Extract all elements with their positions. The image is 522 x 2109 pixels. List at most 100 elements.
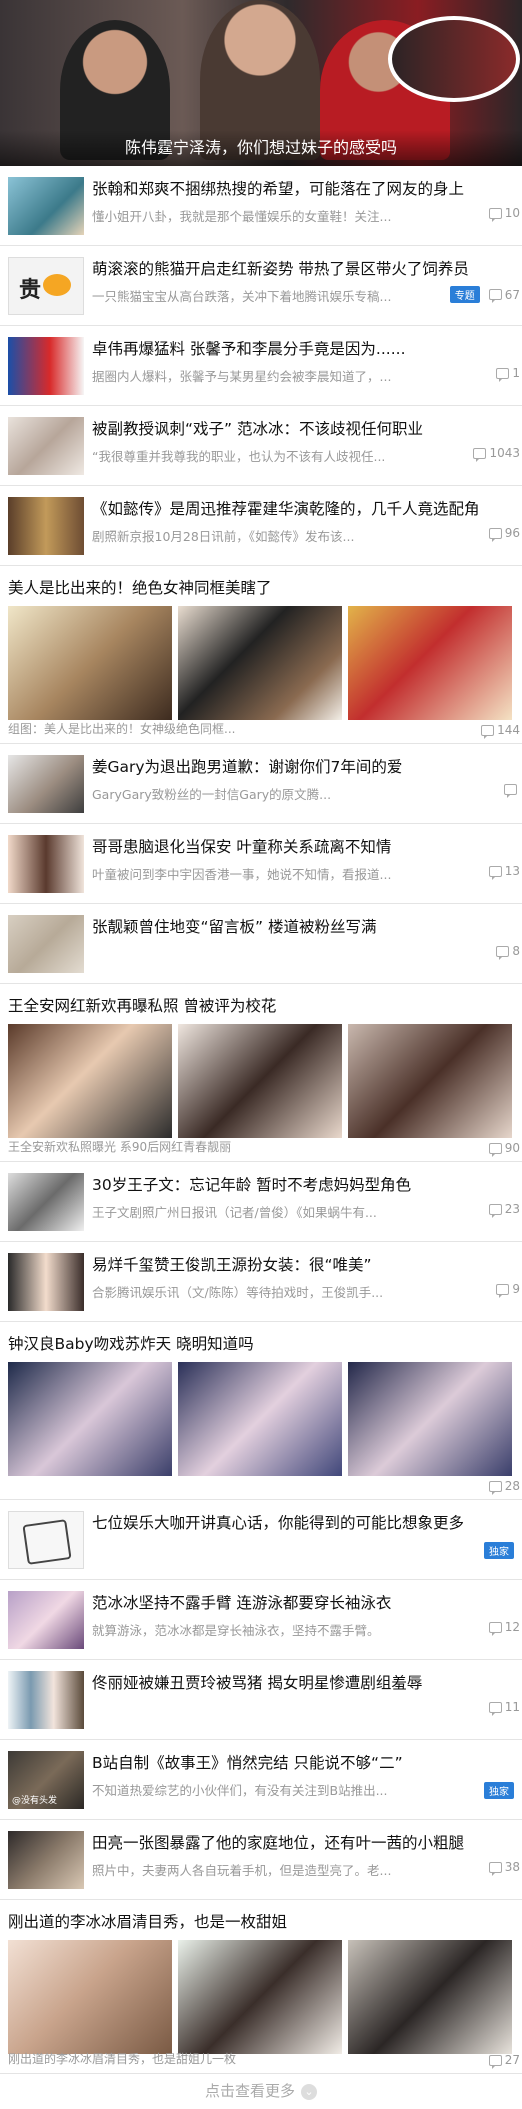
- list-item[interactable]: 范冰冰坚持不露手臂 连游泳都要穿长袖泳衣 就算游泳，范冰冰都是穿长袖泳衣，坚持不…: [0, 1580, 522, 1660]
- comment-icon: [488, 865, 502, 880]
- hero-inset-circle: [388, 16, 520, 102]
- article-title: 被副教授讽刺“戏子” 范冰冰：不该歧视任何职业: [92, 420, 423, 438]
- article-summary: GaryGary致粉丝的一封信Gary的原文腾...: [92, 787, 332, 802]
- list-item[interactable]: 贵 萌滚滚的熊猫开启走红新姿势 带热了景区带火了饲养员 一只熊猫宝宝从高台跌落，…: [0, 246, 522, 326]
- list-item[interactable]: 《如懿传》是周迅推荐霍建华演乾隆的，几千人竟选配角 剧照新京报10月28日讯前，…: [0, 486, 522, 566]
- list-item[interactable]: @没有头发 B站自制《故事王》悄然完结 只能说不够“二” 不知道热爱综艺的小伙伴…: [0, 1740, 522, 1820]
- gallery-image: [178, 1024, 342, 1138]
- gallery-images: [8, 606, 522, 720]
- article-summary: 照片中，夫妻两人各自玩着手机，但是造型亮了。老...: [92, 1863, 392, 1878]
- thumbnail: [8, 835, 84, 893]
- topic-badge: 专题: [449, 286, 480, 303]
- thumbnail: [8, 915, 84, 973]
- comment-icon: [488, 207, 502, 222]
- badge-wrap: 独家: [484, 1782, 520, 1799]
- comment-icon: [488, 1621, 502, 1636]
- article-title: B站自制《故事王》悄然完结 只能说不够“二”: [92, 1754, 403, 1772]
- comment-count: 28: [488, 1479, 520, 1495]
- article-title: 七位娱乐大咖开讲真心话，你能得到的可能比想象更多: [92, 1514, 465, 1532]
- gallery-title: 美人是比出来的！绝色女神同框美瞎了: [8, 579, 272, 597]
- gallery-title: 王全安网红新欢再曝私照 曾被评为校花: [8, 997, 277, 1015]
- article-summary: 据圈内人爆料，张馨予与某男星约会被李晨知道了，...: [92, 369, 392, 384]
- thumbnail: @没有头发: [8, 1751, 84, 1809]
- comment-icon: [496, 1283, 510, 1298]
- list-item[interactable]: 田亮一张图暴露了他的家庭地位，还有叶一茜的小粗腿 照片中，夫妻两人各自玩着手机，…: [0, 1820, 522, 1900]
- article-title: 张翰和郑爽不捆绑热搜的希望，可能落在了网友的身上: [92, 180, 465, 198]
- list-item[interactable]: 张翰和郑爽不捆绑热搜的希望，可能落在了网友的身上 懂小姐开八卦，我就是那个最懂娱…: [0, 166, 522, 246]
- badge-wrap: 独家: [484, 1542, 520, 1559]
- gallery-image: [348, 1362, 512, 1476]
- article-title: 萌滚滚的熊猫开启走红新姿势 带热了景区带火了饲养员: [92, 260, 469, 278]
- gallery-item[interactable]: 钟汉良Baby吻戏苏炸天 晓明知道吗 28: [0, 1322, 522, 1500]
- load-more-button[interactable]: 点击查看更多 ⌄: [0, 2074, 522, 2109]
- comment-icon: [481, 724, 495, 739]
- gallery-image: [8, 606, 172, 720]
- comment-count: 专题 67: [449, 286, 520, 303]
- comment-count: [504, 784, 520, 798]
- article-summary: 剧照新京报10月28日讯前，《如懿传》发布该...: [92, 529, 355, 544]
- gallery-image: [178, 606, 342, 720]
- list-item[interactable]: 佟丽娅被嫌丑贾玲被骂猪 揭女明星惨遭剧组羞辱 11: [0, 1660, 522, 1740]
- thumbnail: [8, 1671, 84, 1729]
- gallery-summary: 组图：美人是比出来的！女神级绝色同框...: [8, 722, 236, 736]
- gallery-image: [348, 1940, 512, 2054]
- article-summary: 就算游泳，范冰冰都是穿长袖泳衣，坚持不露手臂。: [92, 1623, 380, 1638]
- gallery-item[interactable]: 美人是比出来的！绝色女神同框美瞎了 组图：美人是比出来的！女神级绝色同框... …: [0, 566, 522, 744]
- thumbnail: [8, 1511, 84, 1569]
- comment-count: 144: [481, 723, 520, 739]
- article-summary: 王子文剧照广州日报讯（记者/曾俊）《如果蜗牛有...: [92, 1205, 377, 1220]
- comment-count: 10: [488, 206, 520, 222]
- logo-mark: 贵: [19, 278, 42, 303]
- exclusive-badge: 独家: [484, 1782, 514, 1799]
- article-title: 田亮一张图暴露了他的家庭地位，还有叶一茜的小粗腿: [92, 1834, 465, 1852]
- comment-count: 9: [496, 1282, 520, 1298]
- gallery-title: 刚出道的李冰冰眉清目秀，也是一枚甜姐: [8, 1913, 288, 1931]
- list-item[interactable]: 卓伟再爆猛料 张馨予和李晨分手竟是因为...... 据圈内人爆料，张馨予与某男星…: [0, 326, 522, 406]
- list-item[interactable]: 姜Gary为退出跑男道歉：谢谢你们7年间的爱 GaryGary致粉丝的一封信Ga…: [0, 744, 522, 824]
- list-item[interactable]: 七位娱乐大咖开讲真心话，你能得到的可能比想象更多 独家: [0, 1500, 522, 1580]
- article-title: 30岁王子文：忘记年龄 暂时不考虑妈妈型角色: [92, 1176, 412, 1194]
- comment-count: 1043: [473, 446, 520, 462]
- list-item[interactable]: 哥哥患脑退化当保安 叶童称关系疏离不知情 叶童被问到李中宇因香港一事，她说不知情…: [0, 824, 522, 904]
- thumbnail: [8, 177, 84, 235]
- comment-icon: [488, 1203, 502, 1218]
- article-summary: 懂小姐开八卦，我就是那个最懂娱乐的女童鞋！关注...: [92, 209, 392, 224]
- list-item[interactable]: 张靓颖曾住地变“留言板” 楼道被粉丝写满 8: [0, 904, 522, 984]
- list-item[interactable]: 被副教授讽刺“戏子” 范冰冰：不该歧视任何职业 “我很尊重并我尊我的职业，也认为…: [0, 406, 522, 486]
- gallery-image: [8, 1024, 172, 1138]
- comment-icon: [488, 1861, 502, 1876]
- thumbnail-logo: 贵: [8, 257, 84, 315]
- article-summary: 不知道热爱综艺的小伙伴们，有没有关注到B站推出...: [92, 1783, 388, 1798]
- thumbnail: [8, 417, 84, 475]
- gallery-item[interactable]: 刚出道的李冰冰眉清目秀，也是一枚甜姐 刚出道的李冰冰眉清目秀，也是甜姐儿一枚 2…: [0, 1900, 522, 2074]
- comment-count: 13: [488, 864, 520, 880]
- comment-count: 8: [496, 944, 520, 960]
- article-summary: 合影腾讯娱乐讯（文/陈陈）等待拍戏时，王俊凯手...: [92, 1285, 384, 1300]
- article-summary: 叶童被问到李中宇因香港一事，她说不知情，看报道...: [92, 867, 392, 882]
- list-item[interactable]: 30岁王子文：忘记年龄 暂时不考虑妈妈型角色 王子文剧照广州日报讯（记者/曾俊）…: [0, 1162, 522, 1242]
- thumbnail-caption: @没有头发: [12, 1796, 58, 1806]
- gallery-image: [178, 1940, 342, 2054]
- comment-icon: [488, 1701, 502, 1716]
- article-title: 张靓颖曾住地变“留言板” 楼道被粉丝写满: [92, 918, 377, 936]
- article-title: 哥哥患脑退化当保安 叶童称关系疏离不知情: [92, 838, 392, 856]
- article-title: 范冰冰坚持不露手臂 连游泳都要穿长袖泳衣: [92, 1594, 392, 1612]
- gallery-image: [348, 606, 512, 720]
- thumbnail: [8, 1831, 84, 1889]
- logo-circle: [43, 274, 71, 296]
- thumbnail: [8, 1591, 84, 1649]
- article-summary: 一只熊猫宝宝从高台跌落，关冲下着地腾讯娱乐专稿...: [92, 289, 392, 304]
- thumbnail: [8, 337, 84, 395]
- comment-count: 23: [488, 1202, 520, 1218]
- thumbnail: [8, 1253, 84, 1311]
- comment-icon: [473, 447, 487, 462]
- exclusive-badge: 独家: [484, 1542, 514, 1559]
- article-title: 易烊千玺赞王俊凯王源扮女装：很“唯美”: [92, 1256, 372, 1274]
- comment-count: 1: [496, 366, 520, 382]
- article-title: 姜Gary为退出跑男道歉：谢谢你们7年间的爱: [92, 758, 403, 776]
- gallery-item[interactable]: 王全安网红新欢再曝私照 曾被评为校花 王全安新欢私照曝光 系90后网红青春靓丽 …: [0, 984, 522, 1162]
- load-more-label: 点击查看更多: [204, 2082, 295, 2100]
- hero-banner[interactable]: 陈伟霆宁泽涛，你们想过妹子的感受吗: [0, 0, 522, 166]
- list-item[interactable]: 易烊千玺赞王俊凯王源扮女装：很“唯美” 合影腾讯娱乐讯（文/陈陈）等待拍戏时，王…: [0, 1242, 522, 1322]
- gallery-images: [8, 1362, 522, 1476]
